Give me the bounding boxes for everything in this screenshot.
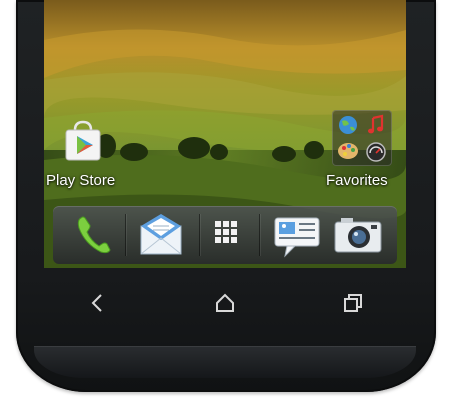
paint-palette-icon <box>335 139 361 163</box>
dock-mail-button[interactable] <box>131 208 193 262</box>
camera-icon <box>334 218 382 253</box>
favorites-label: Favorites <box>326 172 388 189</box>
recent-apps-icon <box>344 294 362 312</box>
phone-chin <box>34 346 416 378</box>
play-store-label: Play Store <box>46 172 116 189</box>
dock-phone-button[interactable] <box>63 208 125 262</box>
mail-icon <box>140 214 182 255</box>
messages-icon <box>274 217 320 258</box>
home-icon <box>216 293 234 312</box>
music-icon <box>363 113 389 137</box>
recent-apps-button[interactable] <box>334 288 370 318</box>
navigation-bar <box>44 268 406 338</box>
dock-app-drawer-button[interactable] <box>195 208 257 262</box>
dock-divider <box>125 214 126 256</box>
play-store-icon <box>65 120 101 161</box>
dock-divider <box>259 214 260 256</box>
play-store-shortcut[interactable] <box>60 118 106 164</box>
back-button[interactable] <box>79 288 115 318</box>
browser-globe-icon <box>335 113 361 137</box>
home-screen: Play Store Favorites <box>44 0 406 268</box>
phone-icon <box>77 216 111 254</box>
speedometer-icon <box>363 139 389 163</box>
app-drawer-grid-icon <box>215 221 237 243</box>
favorites-folder[interactable] <box>332 110 392 166</box>
dock-camera-button[interactable] <box>327 208 389 262</box>
back-icon <box>91 294 102 312</box>
dock-messages-button[interactable] <box>267 208 329 262</box>
home-button[interactable] <box>207 288 243 318</box>
app-dock <box>53 206 397 264</box>
